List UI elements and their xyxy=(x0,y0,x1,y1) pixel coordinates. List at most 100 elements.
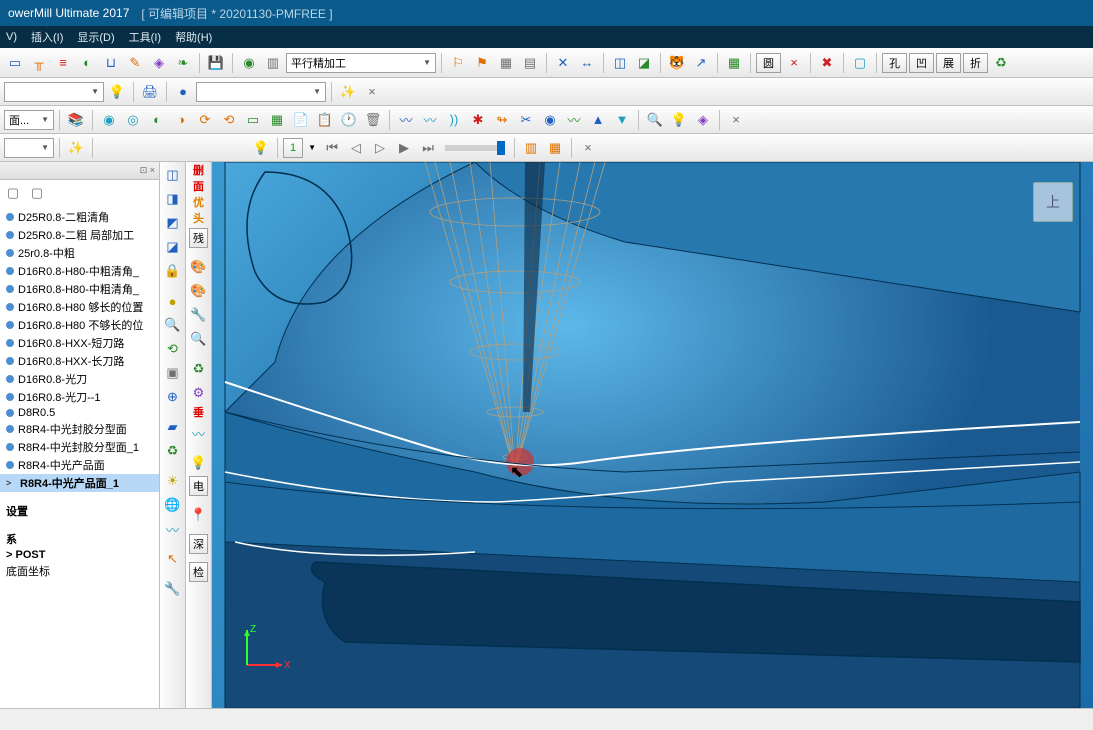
ic3-icon[interactable]: ◐ xyxy=(146,109,168,131)
tree-group[interactable]: > POST xyxy=(0,548,159,562)
menu-view[interactable]: V) xyxy=(6,31,17,43)
tree-item[interactable]: 底面坐标 xyxy=(0,562,159,580)
ic4-icon[interactable]: ◑ xyxy=(170,109,192,131)
vb1-cube1-icon[interactable]: ◫ xyxy=(162,164,184,186)
pencil-icon[interactable]: ✎ xyxy=(124,52,146,74)
vb1-cube4-icon[interactable]: ◪ xyxy=(162,236,184,258)
ic25-icon[interactable]: ◈ xyxy=(692,109,714,131)
calc-icon[interactable]: ▦ xyxy=(495,52,517,74)
vb2-wave2-icon[interactable]: 〰 xyxy=(188,422,210,444)
vb2-vert-label[interactable]: 垂 xyxy=(189,406,209,420)
ic1-icon[interactable]: ◉ xyxy=(98,109,120,131)
cube1-icon[interactable]: ◫ xyxy=(609,52,631,74)
ic7-icon[interactable]: ▭ xyxy=(242,109,264,131)
recycle-icon[interactable]: ♻ xyxy=(990,52,1012,74)
cross-icon[interactable]: ✕ xyxy=(552,52,574,74)
vb2-head-label[interactable]: 头 xyxy=(189,212,209,226)
ic16-icon[interactable]: ✱ xyxy=(467,109,489,131)
ic8-icon[interactable]: ▦ xyxy=(266,109,288,131)
rapid-icon[interactable]: ≡ xyxy=(52,52,74,74)
close-x-icon[interactable]: × xyxy=(783,52,805,74)
vb1-pointer-icon[interactable]: ↖ xyxy=(162,548,184,570)
vb2-face-label[interactable]: 面 xyxy=(189,180,209,194)
excel-icon[interactable]: ▦ xyxy=(723,52,745,74)
vb2-pin-icon[interactable]: 📍 xyxy=(188,504,210,526)
cube2-icon[interactable]: ◪ xyxy=(633,52,655,74)
ic19-icon[interactable]: ◉ xyxy=(539,109,561,131)
tree-item-selected[interactable]: >R8R4-中光产品面_1 xyxy=(0,474,159,492)
ic24-icon[interactable]: 💡 xyxy=(668,109,690,131)
vb2-opt-label[interactable]: 优 xyxy=(189,196,209,210)
ic17-icon[interactable]: ↬ xyxy=(491,109,513,131)
tree-group[interactable]: 设置 xyxy=(0,502,159,520)
pin-icon[interactable]: ⊡ × xyxy=(140,165,155,176)
ic2-icon[interactable]: ◎ xyxy=(122,109,144,131)
vb2-del-label[interactable]: 删 xyxy=(189,164,209,178)
menu-help[interactable]: 帮助(H) xyxy=(175,29,212,45)
vb1-sun-icon[interactable]: ☀ xyxy=(162,470,184,492)
step-back-icon[interactable]: ◁ xyxy=(345,137,367,159)
vb1-dim-icon[interactable]: ▣ xyxy=(162,362,184,384)
vb1-cube2-icon[interactable]: ◨ xyxy=(162,188,184,210)
vb1-zoom-icon[interactable]: 🔍 xyxy=(162,314,184,336)
slider-thumb[interactable] xyxy=(497,141,505,155)
vb2-gear-icon[interactable]: ⚙ xyxy=(188,382,210,404)
tiger-icon[interactable]: 🐯 xyxy=(666,52,688,74)
flag2-icon[interactable]: ⚑ xyxy=(471,52,493,74)
ic10-icon[interactable]: 📋 xyxy=(314,109,336,131)
vb1-key-icon[interactable]: 🔧 xyxy=(162,578,184,600)
combo-4-1[interactable]: ▼ xyxy=(4,138,54,158)
play-back-icon[interactable]: ▷ xyxy=(369,137,391,159)
stack-icon[interactable]: 📚 xyxy=(65,109,87,131)
vb2-palette2-icon[interactable]: 🎨 xyxy=(188,280,210,302)
flag1-icon[interactable]: ⚐ xyxy=(447,52,469,74)
clamp-icon[interactable]: ╥ xyxy=(28,52,50,74)
frame-number[interactable]: 1 xyxy=(283,138,303,158)
menu-display[interactable]: 显示(D) xyxy=(77,29,114,45)
box-icon[interactable]: ▥ xyxy=(262,52,284,74)
grid-icon[interactable]: ▤ xyxy=(519,52,541,74)
vb1-recycle-icon[interactable]: ♻ xyxy=(162,440,184,462)
ic15-icon[interactable]: )) xyxy=(443,109,465,131)
wand2-icon[interactable]: ✨ xyxy=(65,137,87,159)
leads-icon[interactable]: ◐ xyxy=(76,52,98,74)
vb1-disk-icon[interactable]: ● xyxy=(162,290,184,312)
leaf-icon[interactable]: ❧ xyxy=(172,52,194,74)
residue-button[interactable]: 残 xyxy=(189,228,208,248)
check-button[interactable]: 检 xyxy=(189,562,208,582)
fold-button[interactable]: 折 xyxy=(963,53,988,73)
ic20-icon[interactable]: 〰 xyxy=(563,109,585,131)
ic9-icon[interactable]: 📄 xyxy=(290,109,312,131)
ic5-icon[interactable]: ⟳ xyxy=(194,109,216,131)
diamond-icon[interactable]: ◈ xyxy=(148,52,170,74)
vb1-target-icon[interactable]: ⊕ xyxy=(162,386,184,408)
ic22-icon[interactable]: ▼ xyxy=(611,109,633,131)
startpoint-icon[interactable]: ⊔ xyxy=(100,52,122,74)
face-combo[interactable]: 面... ▼ xyxy=(4,110,54,130)
playback-slider[interactable] xyxy=(445,145,505,151)
bulb2-icon[interactable]: 💡 xyxy=(250,137,272,159)
deep-button[interactable]: 深 xyxy=(189,534,208,554)
concave-button[interactable]: 凹 xyxy=(909,53,934,73)
hole-button[interactable]: 孔 xyxy=(882,53,907,73)
square-icon[interactable]: ▢ xyxy=(849,52,871,74)
vb1-globe-icon[interactable]: 🌐 xyxy=(162,494,184,516)
ic14-icon[interactable]: 〰 xyxy=(419,109,441,131)
vb2-zoom2-icon[interactable]: 🔍 xyxy=(188,328,210,350)
rewind-start-icon[interactable]: ⏮ xyxy=(321,137,343,159)
strategy-icon[interactable]: ◉ xyxy=(238,52,260,74)
vb1-rot-icon[interactable]: ⟲ xyxy=(162,338,184,360)
ic12-icon[interactable]: 🗑 xyxy=(362,109,384,131)
vb2-wrench-icon[interactable]: 🔧 xyxy=(188,304,210,326)
menu-tools[interactable]: 工具(I) xyxy=(129,29,161,45)
spread-button[interactable]: 展 xyxy=(936,53,961,73)
wand-icon[interactable]: ✨ xyxy=(337,81,359,103)
ic23-icon[interactable]: 🔍 xyxy=(644,109,666,131)
bulb-icon[interactable]: 💡 xyxy=(106,81,128,103)
frame-dropdown-icon[interactable]: ▼ xyxy=(308,143,316,152)
close-x-icon[interactable]: × xyxy=(577,137,599,159)
tree-group[interactable]: 系 xyxy=(0,530,159,548)
strategy-combo[interactable]: 平行精加工 ▼ xyxy=(286,53,436,73)
exp-ic2[interactable]: ▢ xyxy=(26,182,48,204)
vb1-solid-icon[interactable]: ▰ xyxy=(162,416,184,438)
